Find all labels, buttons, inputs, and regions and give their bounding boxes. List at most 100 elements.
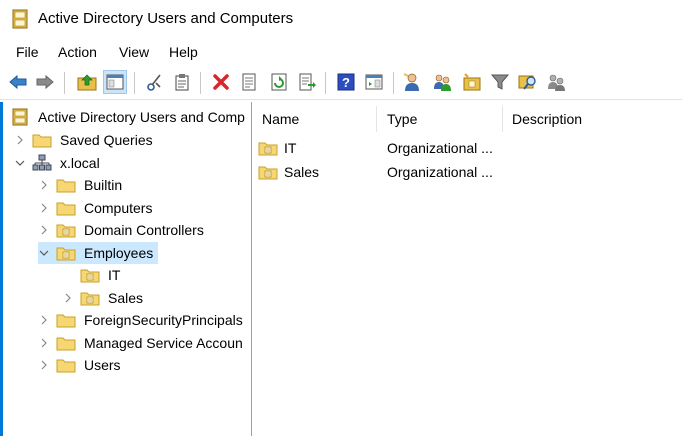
- list-cell-type: Organizational ...: [387, 140, 493, 156]
- up-one-level-button[interactable]: [75, 70, 99, 94]
- list-cell-name: IT: [284, 140, 297, 156]
- tree-item-label: x.local: [60, 155, 100, 171]
- chevron-right-icon[interactable]: [62, 293, 74, 303]
- tree-item-domain-controllers[interactable]: Domain Controllers: [38, 219, 206, 241]
- menu-file[interactable]: File: [16, 44, 39, 60]
- list-row-sales[interactable]: Sales: [258, 161, 319, 183]
- folder-icon: [32, 131, 52, 149]
- tree-item-managed-service-accounts[interactable]: Managed Service Accoun: [38, 332, 245, 354]
- toolbar-separator: [393, 72, 394, 94]
- chevron-down-icon[interactable]: [38, 249, 50, 257]
- menu-help[interactable]: Help: [169, 44, 198, 60]
- tree-item-users[interactable]: Users: [38, 354, 123, 376]
- help-icon: ?: [337, 73, 355, 91]
- toolbar-separator: [64, 72, 65, 94]
- help-button[interactable]: ?: [334, 70, 358, 94]
- chevron-right-icon[interactable]: [38, 203, 50, 213]
- chevron-down-icon[interactable]: [14, 159, 26, 167]
- column-divider[interactable]: [502, 106, 503, 132]
- chevron-right-icon[interactable]: [38, 338, 50, 348]
- tree-item-employees[interactable]: Employees: [38, 242, 158, 264]
- ou-icon: [258, 163, 278, 181]
- properties-button[interactable]: [237, 70, 261, 94]
- export-list-button[interactable]: [295, 70, 319, 94]
- show-hide-console-tree-button[interactable]: [103, 70, 127, 94]
- tree-item-it[interactable]: IT: [80, 264, 122, 286]
- back-button[interactable]: [6, 70, 30, 94]
- app-icon: [12, 9, 28, 29]
- export-list-icon: [299, 73, 316, 91]
- tree-item-label: Computers: [84, 200, 153, 216]
- chevron-right-icon[interactable]: [38, 360, 50, 370]
- tree-item-label: Sales: [108, 290, 144, 306]
- window-left-edge: [0, 102, 3, 436]
- copy-button[interactable]: [170, 70, 194, 94]
- show-hide-action-pane-button[interactable]: [362, 70, 386, 94]
- ou-icon: [56, 244, 76, 262]
- column-header-name[interactable]: Name: [262, 111, 299, 127]
- tree-root[interactable]: Active Directory Users and Comp: [10, 106, 247, 128]
- new-group-icon: [434, 74, 451, 91]
- tree-item-label: ForeignSecurityPrincipals: [84, 312, 243, 328]
- back-arrow-icon: [9, 74, 27, 90]
- refresh-button[interactable]: [267, 70, 291, 94]
- tree-item-label: Builtin: [84, 177, 123, 193]
- find-icon: [518, 75, 536, 90]
- tree-item-label: Managed Service Accoun: [84, 335, 243, 351]
- ou-icon: [56, 221, 76, 239]
- column-divider[interactable]: [376, 106, 377, 132]
- tree-item-foreign-security-principals[interactable]: ForeignSecurityPrincipals: [38, 309, 245, 331]
- filter-button[interactable]: [488, 70, 512, 94]
- show-console-tree-icon: [106, 74, 124, 90]
- chevron-right-icon[interactable]: [14, 135, 26, 145]
- ou-icon: [80, 266, 100, 284]
- tree-item-sales[interactable]: Sales: [62, 287, 145, 309]
- toolbar-separator: [325, 72, 326, 94]
- list-cell-type: Organizational ...: [387, 164, 493, 180]
- cut-button[interactable]: [143, 70, 167, 94]
- menu-bar: File Action View Help: [0, 40, 682, 66]
- tree-item-label: Employees: [84, 245, 154, 261]
- tree-root-label: Active Directory Users and Comp: [38, 109, 245, 125]
- tree-item-label: Users: [84, 357, 121, 373]
- column-header-description[interactable]: Description: [512, 111, 582, 127]
- list-cell-name: Sales: [284, 164, 320, 180]
- tree-item-label: IT: [108, 267, 121, 283]
- find-button[interactable]: [516, 70, 540, 94]
- create-ou-button[interactable]: [460, 70, 484, 94]
- tree-item-builtin[interactable]: Builtin: [38, 174, 124, 196]
- chevron-right-icon[interactable]: [38, 180, 50, 190]
- cut-icon: [147, 74, 161, 91]
- folder-icon: [56, 176, 76, 194]
- toolbar: ?: [0, 67, 682, 100]
- copy-icon: [175, 74, 189, 91]
- details-list[interactable]: Name Type Description IT Organizational …: [253, 102, 682, 436]
- tree-item-domain[interactable]: x.local: [14, 152, 102, 174]
- column-header-type[interactable]: Type: [387, 111, 417, 127]
- up-folder-icon: [77, 74, 97, 91]
- toolbar-separator: [200, 72, 201, 94]
- create-user-button[interactable]: [400, 70, 424, 94]
- pane-splitter[interactable]: [248, 102, 252, 436]
- filter-icon: [491, 74, 509, 90]
- title-bar: Active Directory Users and Computers: [0, 0, 682, 38]
- forward-button[interactable]: [33, 70, 57, 94]
- delete-button[interactable]: [209, 70, 233, 94]
- create-group-button[interactable]: [430, 70, 454, 94]
- add-to-group-button[interactable]: [544, 70, 568, 94]
- list-row-it[interactable]: IT: [258, 137, 296, 159]
- tree-item-saved-queries[interactable]: Saved Queries: [14, 129, 155, 151]
- console-tree[interactable]: Active Directory Users and Comp Saved Qu…: [0, 102, 249, 436]
- chevron-right-icon[interactable]: [38, 225, 50, 235]
- menu-view[interactable]: View: [119, 44, 149, 60]
- toolbar-separator: [134, 72, 135, 94]
- forward-arrow-icon: [36, 74, 54, 90]
- tree-item-computers[interactable]: Computers: [38, 197, 154, 219]
- menu-action[interactable]: Action: [58, 44, 97, 60]
- properties-icon: [242, 73, 256, 91]
- refresh-icon: [271, 73, 287, 91]
- svg-text:?: ?: [342, 75, 350, 90]
- tree-item-label: Saved Queries: [60, 132, 153, 148]
- folder-icon: [56, 334, 76, 352]
- chevron-right-icon[interactable]: [38, 315, 50, 325]
